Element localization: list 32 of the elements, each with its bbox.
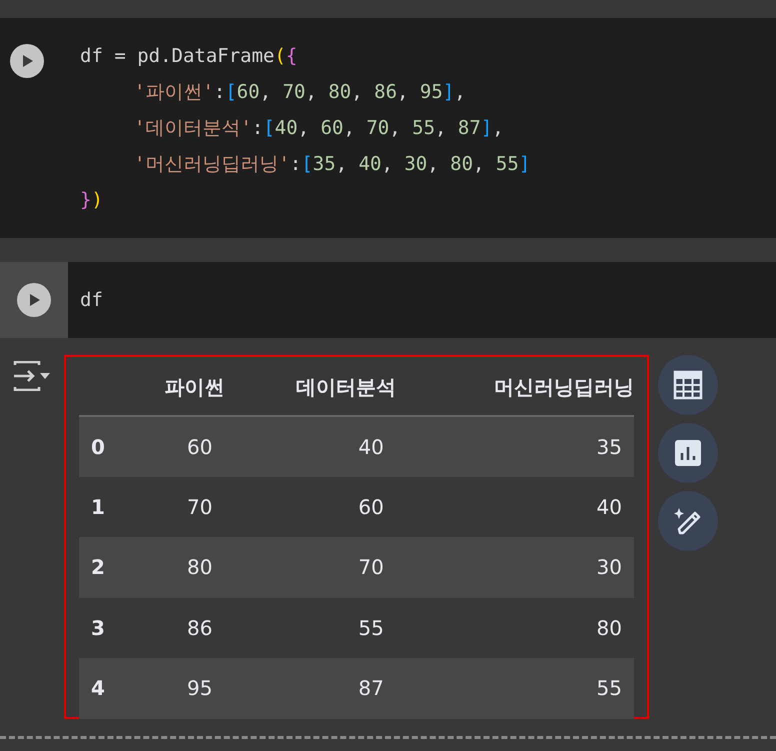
row-index: 3 bbox=[79, 598, 125, 658]
code-line: df bbox=[80, 288, 103, 313]
table-cell: 35 bbox=[396, 416, 634, 476]
output-toggle-icon[interactable] bbox=[13, 361, 51, 391]
table-cell: 95 bbox=[124, 658, 224, 718]
run-button[interactable] bbox=[10, 44, 44, 78]
row-index: 0 bbox=[79, 416, 125, 476]
row-index: 2 bbox=[79, 537, 125, 598]
table-icon bbox=[672, 369, 704, 401]
table-cell: 86 bbox=[124, 598, 224, 658]
table-cell: 80 bbox=[396, 598, 634, 658]
table-cell: 87 bbox=[224, 658, 396, 718]
table-cell: 70 bbox=[224, 537, 396, 598]
table-cell: 70 bbox=[124, 476, 224, 537]
code-line: '머신러닝딥러닝':[35, 40, 30, 80, 55] bbox=[133, 152, 530, 177]
code-line: }) bbox=[80, 188, 104, 213]
code-line: df = pd.DataFrame({ bbox=[80, 44, 298, 69]
table-cell: 60 bbox=[224, 476, 396, 537]
row-index: 1 bbox=[79, 476, 125, 537]
run-button[interactable] bbox=[17, 283, 51, 317]
table-cell: 40 bbox=[224, 416, 396, 476]
code-editor[interactable]: df bbox=[68, 262, 103, 338]
table-cell: 55 bbox=[224, 598, 396, 658]
bar-chart-icon bbox=[672, 437, 704, 469]
table-cell: 40 bbox=[396, 476, 634, 537]
code-line: '데이터분석':[40, 60, 70, 55, 87], bbox=[133, 116, 505, 141]
table-cell: 55 bbox=[396, 658, 634, 718]
table-cell: 60 bbox=[124, 416, 224, 476]
table-cell: 30 bbox=[396, 537, 634, 598]
code-line: '파이썬':[60, 70, 80, 86, 95], bbox=[133, 80, 467, 105]
table-cell: 80 bbox=[124, 537, 224, 598]
row-index: 4 bbox=[79, 658, 125, 718]
